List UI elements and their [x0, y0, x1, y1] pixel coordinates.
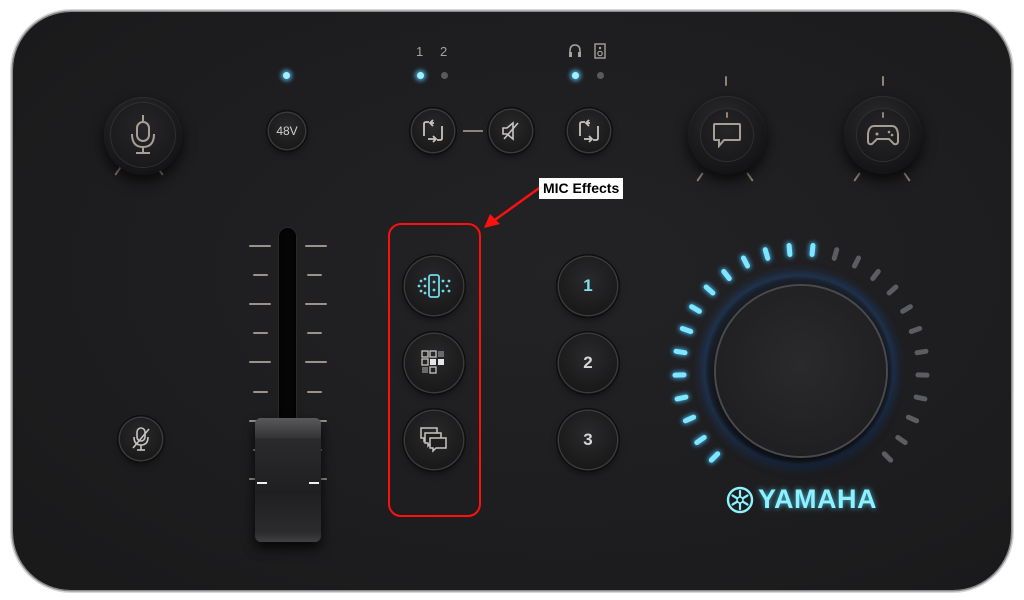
scene-button-3-label: 3 [583, 430, 593, 449]
speaker-icon [594, 43, 606, 59]
fader-scale-mark [305, 361, 327, 363]
channel-mute-button[interactable] [490, 110, 532, 152]
knob-tick [725, 76, 727, 86]
channel-label-1: 1 [416, 44, 424, 59]
microphone-muted-icon [132, 427, 150, 451]
yamaha-tuning-fork-icon [726, 486, 754, 513]
phantom-power-label: 48V [276, 124, 298, 138]
link-dash [463, 130, 483, 132]
knob-tick [882, 76, 884, 86]
mic-effects-highlight-box [388, 223, 481, 517]
fader-handle[interactable] [255, 418, 321, 542]
fader-scale-mark [249, 303, 271, 305]
mic-mute-button[interactable] [120, 418, 162, 460]
scene-button-2-label: 2 [583, 353, 593, 372]
channel-label-2: 2 [440, 44, 448, 59]
master-volume-knob[interactable] [716, 286, 886, 456]
speaker-led [597, 72, 604, 79]
brand-name: YAMAHA [758, 484, 878, 514]
fader-scale-mark [253, 332, 268, 334]
fader-scale-mark [307, 391, 322, 393]
scene-button-1-label: 1 [583, 276, 593, 295]
swap-arrows-icon [579, 119, 599, 143]
swap-arrows-icon [423, 119, 443, 143]
phantom-power-button[interactable]: 48V [269, 113, 305, 149]
phantom-power-led [283, 72, 290, 79]
scene-button-1[interactable]: 1 [559, 257, 617, 315]
fader-scale-mark [253, 391, 268, 393]
fader-scale-mark [253, 274, 268, 276]
headphones-icon [569, 44, 581, 57]
scene-button-3[interactable]: 3 [559, 411, 617, 469]
channel-2-led [441, 72, 448, 79]
mic-effects-annotation-label: MIC Effects [539, 178, 624, 199]
output-swap-button[interactable] [568, 110, 610, 152]
fader-scale-mark [307, 274, 322, 276]
mic-gain-knob-cap [111, 103, 175, 167]
fader-track [279, 228, 296, 428]
chat-bubble-icon [713, 123, 741, 148]
fader-scale-mark [305, 245, 327, 247]
microphone-icon [131, 115, 155, 154]
volume-led-segment [915, 372, 931, 378]
fader-mark-right [309, 482, 319, 484]
annotation-arrow [484, 184, 543, 228]
channel-1-led [417, 72, 424, 79]
scene-button-2[interactable]: 2 [559, 334, 617, 392]
headphones-led [572, 72, 579, 79]
volume-led-segment [671, 372, 687, 378]
fader-scale-mark [307, 332, 322, 334]
channel-swap-button[interactable] [412, 110, 454, 152]
speaker-muted-icon [502, 121, 519, 141]
fader-mark-left [257, 482, 267, 484]
fader-scale-mark [305, 303, 327, 305]
knob-indicator [726, 112, 728, 118]
fader-handle-top [255, 418, 321, 438]
fader-scale-mark [249, 361, 271, 363]
knob-indicator [882, 112, 884, 118]
brand-logo: YAMAHA [726, 484, 877, 515]
gamepad-icon [867, 125, 899, 146]
fader-scale-mark [249, 245, 271, 247]
